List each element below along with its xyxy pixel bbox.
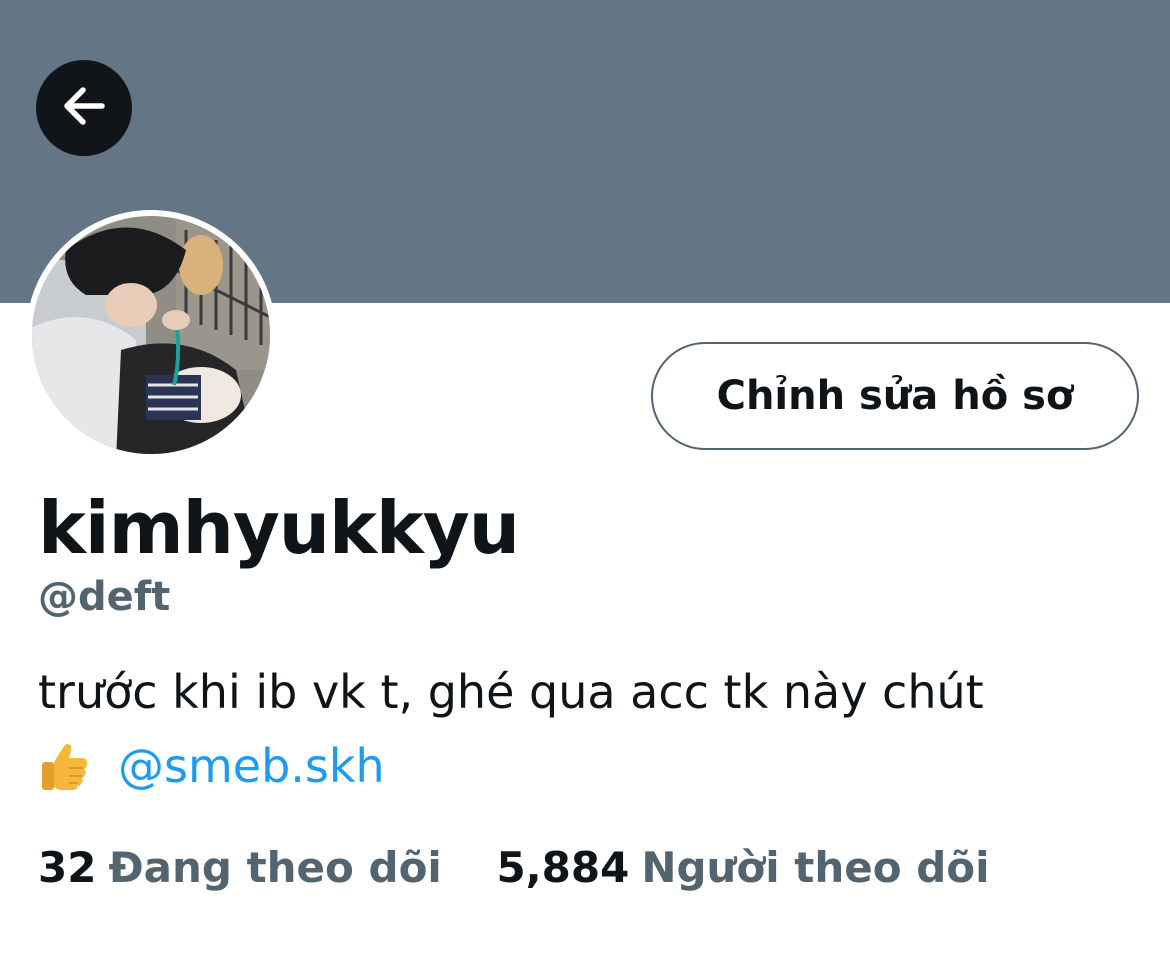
following-link[interactable]: 32 Đang theo dõi <box>38 843 442 892</box>
avatar[interactable] <box>26 210 276 460</box>
edit-profile-label: Chỉnh sửa hồ sơ <box>716 373 1074 419</box>
bio-text: trước khi ib vk t, ghé qua acc tk này ch… <box>38 665 984 719</box>
back-button[interactable] <box>36 60 132 156</box>
following-count: 32 <box>38 843 97 892</box>
followers-link[interactable]: 5,884 Người theo dõi <box>496 843 989 892</box>
username-handle: @deft <box>38 574 171 620</box>
back-arrow-icon <box>58 80 110 137</box>
display-name: kimhyukkyu <box>38 486 520 570</box>
followers-count: 5,884 <box>496 843 630 892</box>
follow-stats: 32 Đang theo dõi 5,884 Người theo dõi <box>38 843 1030 892</box>
profile-bio: trước khi ib vk t, ghé qua acc tk này ch… <box>38 655 1148 813</box>
thumbs-up-icon <box>38 738 92 813</box>
edit-profile-button[interactable]: Chỉnh sửa hồ sơ <box>651 342 1139 450</box>
bio-mention-link[interactable]: @smeb.skh <box>118 739 385 793</box>
followers-label: Người theo dõi <box>641 843 990 892</box>
avatar-photo <box>32 216 270 454</box>
following-label: Đang theo dõi <box>108 843 442 892</box>
